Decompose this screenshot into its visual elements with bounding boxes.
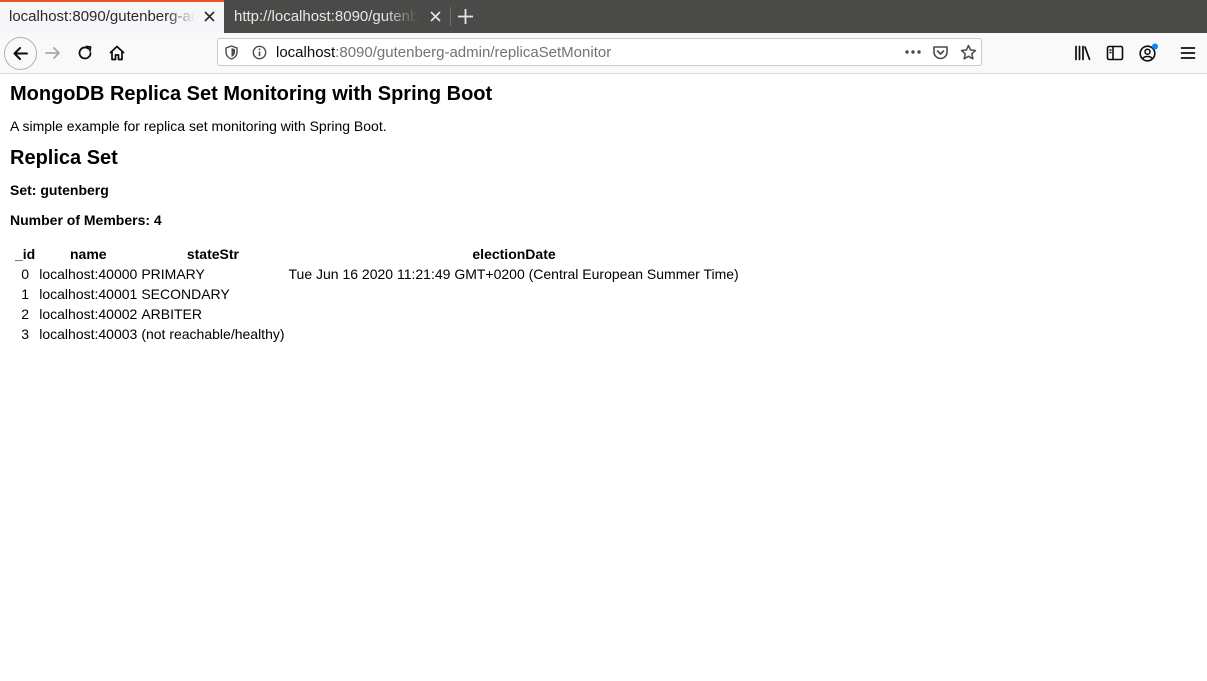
arrow-right-icon[interactable]: [44, 44, 62, 62]
cell-state: (not reachable/healthy): [141, 326, 285, 342]
member-count: Number of Members: 4: [10, 212, 162, 228]
arrow-left-icon: [13, 47, 28, 60]
star-icon[interactable]: [960, 44, 977, 61]
url-bar[interactable]: localhost:8090/gutenberg-admin/replicaSe…: [217, 38, 982, 66]
reload-icon[interactable]: [76, 44, 94, 62]
section-title: Replica Set: [10, 147, 118, 169]
tab-replica-monitor[interactable]: http://localhost:8090/gutenberg-admin/re…: [224, 0, 450, 33]
page-description: A simple example for replica set monitor…: [10, 118, 387, 134]
cell-name: localhost:40001: [39, 286, 138, 302]
cell-id: 1: [21, 286, 30, 302]
tab-replica-monitor-active[interactable]: localhost:8090/gutenberg-admin/replicaSe…: [0, 0, 224, 33]
url-text[interactable]: localhost:8090/gutenberg-admin/replicaSe…: [276, 39, 611, 66]
table-row: 3 localhost:40003 (not reachable/healthy…: [14, 325, 741, 343]
cell-id: 0: [21, 266, 30, 282]
more-horizontal-icon[interactable]: [904, 47, 922, 57]
tab-title: http://localhost:8090/gutenberg-admin/re…: [234, 8, 418, 25]
cell-state: SECONDARY: [141, 286, 230, 302]
cell-election-date: [288, 305, 741, 323]
cell-id: 2: [21, 306, 30, 322]
table-row: 1 localhost:40001 SECONDARY: [14, 285, 741, 303]
url-path: :8090/gutenberg-admin/replicaSetMonitor: [335, 44, 612, 61]
cell-state: ARBITER: [141, 306, 202, 322]
column-header-name: name: [69, 246, 107, 262]
home-icon[interactable]: [108, 44, 126, 62]
members-table: _id name stateStr electionDate 0 localho…: [12, 243, 743, 345]
column-header-id: _id: [15, 246, 36, 262]
tab-title: localhost:8090/gutenberg-admin/replicaSe…: [9, 8, 195, 25]
table-row: 2 localhost:40002 ARBITER: [14, 305, 741, 323]
pocket-icon[interactable]: [932, 44, 949, 61]
cell-election-date: Tue Jun 16 2020 11:21:49 GMT+0200 (Centr…: [288, 266, 739, 282]
new-tab-icon[interactable]: [457, 8, 474, 25]
cell-election-date: [288, 325, 741, 343]
back-button[interactable]: [4, 37, 37, 70]
cell-election-date: [288, 285, 741, 303]
cell-name: localhost:40000: [39, 266, 138, 282]
library-icon[interactable]: [1074, 44, 1092, 62]
cell-name: localhost:40003: [39, 326, 138, 342]
close-icon[interactable]: [429, 10, 442, 23]
table-row: 0 localhost:40000 PRIMARY Tue Jun 16 202…: [14, 265, 741, 283]
column-header-election-date: electionDate: [472, 246, 556, 262]
column-header-state: stateStr: [186, 246, 239, 262]
cell-name: localhost:40002: [39, 306, 138, 322]
replica-set-name: Set: gutenberg: [10, 182, 109, 198]
cell-state: PRIMARY: [141, 266, 205, 282]
tab-strip: localhost:8090/gutenberg-admin/replicaSe…: [0, 0, 1207, 33]
info-icon[interactable]: [252, 45, 267, 60]
tab-separator: [450, 7, 451, 26]
sidebar-icon[interactable]: [1106, 44, 1124, 62]
hamburger-menu-icon[interactable]: [1180, 45, 1196, 61]
navigation-toolbar: localhost:8090/gutenberg-admin/replicaSe…: [0, 33, 1207, 74]
close-icon[interactable]: [203, 10, 216, 23]
cell-id: 3: [21, 326, 30, 342]
shield-icon[interactable]: [224, 45, 239, 60]
url-host: localhost: [276, 44, 336, 61]
account-icon[interactable]: [1138, 43, 1160, 65]
table-header-row: _id name stateStr electionDate: [14, 245, 741, 263]
page-title: MongoDB Replica Set Monitoring with Spri…: [10, 83, 493, 105]
